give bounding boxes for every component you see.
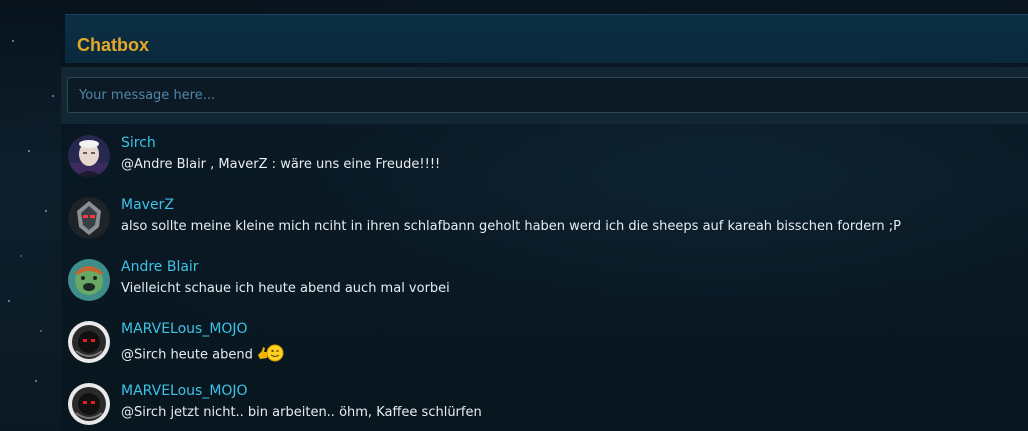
message-text: @Andre Blair , MaverZ : wäre uns eine Fr… [121,157,441,172]
chat-message: Andre Blair Vielleicht schaue ich heute … [61,252,1028,312]
message-text: also sollte meine kleine mich nciht in i… [121,219,901,234]
message-text-content: @Sirch heute abend [121,347,253,363]
chat-message: MARVELous_MOJO @Sirch heute abend [61,314,1028,374]
chat-message: MARVELous_MOJO @Sirch jetzt nicht.. bin … [61,376,1028,431]
chatbox-panel: Chatbox Sirch [61,14,1028,431]
thumbs-up-wink-emoji [256,343,284,367]
message-username[interactable]: MARVELous_MOJO [121,321,248,337]
message-text: @Sirch jetzt nicht.. bin arbeiten.. öhm,… [121,405,482,420]
chat-message: Sirch @Andre Blair , MaverZ : wäre uns e… [61,128,1028,188]
chatbox-header: Chatbox [65,14,1028,63]
maverz-avatar[interactable] [68,197,110,239]
chatbox-title: Chatbox [77,35,149,55]
message-input[interactable] [67,77,1028,113]
message-username[interactable]: MARVELous_MOJO [121,383,248,399]
page-background: Chatbox Sirch [0,0,1028,431]
message-text: @Sirch heute abend [121,343,284,367]
andre-blair-avatar[interactable] [68,259,110,301]
message-username[interactable]: Sirch [121,135,156,151]
message-input-bar [61,67,1028,124]
sirch-avatar[interactable] [68,135,110,177]
chat-message: MaverZ also sollte meine kleine mich nci… [61,190,1028,250]
message-username[interactable]: MaverZ [121,197,174,213]
message-username[interactable]: Andre Blair [121,259,199,275]
marvelous-mojo-avatar[interactable] [68,321,110,363]
marvelous-mojo-avatar[interactable] [68,383,110,425]
message-text: Vielleicht schaue ich heute abend auch m… [121,281,450,296]
